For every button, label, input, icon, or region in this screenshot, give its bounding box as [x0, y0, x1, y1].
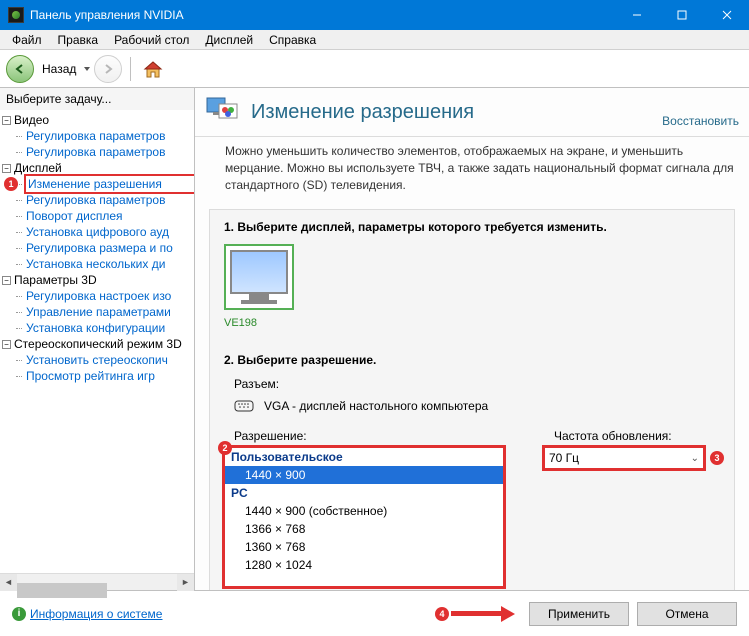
tree-item[interactable]: Установка конфигурации: [2, 320, 192, 336]
menu-file[interactable]: Файл: [4, 31, 50, 49]
tree-category[interactable]: −Дисплей: [2, 160, 192, 176]
task-sidebar: Выберите задачу... −ВидеоРегулировка пар…: [0, 88, 195, 590]
app-icon: [8, 7, 24, 23]
maximize-button[interactable]: [659, 0, 704, 30]
menu-help[interactable]: Справка: [261, 31, 324, 49]
display-name: VE198: [224, 317, 720, 329]
page-description: Можно уменьшить количество элементов, от…: [195, 137, 749, 203]
back-label: Назад: [42, 62, 76, 76]
tree-item[interactable]: Регулировка параметров: [2, 192, 192, 208]
menu-display[interactable]: Дисплей: [197, 31, 261, 49]
apply-button[interactable]: Применить: [529, 602, 629, 626]
vga-icon: [234, 400, 254, 412]
step2-title: 2. Выберите разрешение.: [224, 353, 720, 367]
tree-category[interactable]: −Видео: [2, 112, 192, 128]
display-thumbnail[interactable]: [224, 244, 294, 310]
close-button[interactable]: [704, 0, 749, 30]
tree-item[interactable]: Установить стереоскопич: [2, 352, 192, 368]
listbox-item[interactable]: 1366 × 768: [225, 520, 503, 538]
tree-item[interactable]: Установка цифрового ауд: [2, 224, 192, 240]
step1-title: 1. Выберите дисплей, параметры которого …: [224, 220, 720, 234]
refresh-label: Частота обновления:: [554, 429, 724, 443]
refresh-value: 70 Гц: [549, 451, 579, 465]
tree-item[interactable]: Регулировка параметров: [2, 128, 192, 144]
page-title: Изменение разрешения: [251, 101, 662, 124]
listbox-item[interactable]: 1360 × 768: [225, 538, 503, 556]
tree-item[interactable]: 1Изменение разрешения: [2, 176, 192, 192]
home-button[interactable]: [139, 55, 167, 83]
tree-item[interactable]: Регулировка настроек изо: [2, 288, 192, 304]
tree-item[interactable]: Управление параметрами: [2, 304, 192, 320]
back-history-dropdown[interactable]: [84, 67, 90, 71]
info-icon: i: [12, 607, 26, 621]
annotation-arrow: [451, 606, 515, 622]
window-title: Панель управления NVIDIA: [30, 8, 614, 22]
sidebar-title: Выберите задачу...: [0, 88, 194, 110]
page-icon: [205, 94, 241, 130]
sidebar-scrollbar[interactable]: ◄►: [0, 573, 194, 590]
tree-item[interactable]: Регулировка размера и по: [2, 240, 192, 256]
menu-bar: Файл Правка Рабочий стол Дисплей Справка: [0, 30, 749, 50]
listbox-item[interactable]: 1440 × 900: [225, 466, 503, 484]
back-button[interactable]: [6, 55, 34, 83]
resolution-listbox[interactable]: Пользовательское1440 × 900PC1440 × 900 (…: [224, 447, 504, 587]
nav-toolbar: Назад: [0, 50, 749, 88]
menu-edit[interactable]: Правка: [50, 31, 107, 49]
system-info-link[interactable]: i Информация о системе: [12, 607, 162, 621]
tree-category[interactable]: −Стереоскопический режим 3D: [2, 336, 192, 352]
tree-item[interactable]: Просмотр рейтинга игр: [2, 368, 192, 384]
tree-item[interactable]: Поворот дисплея: [2, 208, 192, 224]
menu-desktop[interactable]: Рабочий стол: [106, 31, 197, 49]
callout-3: 3: [710, 451, 724, 465]
chevron-down-icon: ⌄: [691, 453, 699, 464]
tree-item[interactable]: Регулировка параметров: [2, 144, 192, 160]
task-tree[interactable]: −ВидеоРегулировка параметровРегулировка …: [0, 110, 194, 573]
restore-link[interactable]: Восстановить: [662, 114, 739, 130]
resolution-label: Разрешение:: [234, 429, 504, 443]
tree-item[interactable]: Установка нескольких ди: [2, 256, 192, 272]
tree-category[interactable]: −Параметры 3D: [2, 272, 192, 288]
content-pane: Изменение разрешения Восстановить Можно …: [195, 88, 749, 590]
toolbar-separator: [130, 57, 131, 81]
minimize-button[interactable]: [614, 0, 659, 30]
forward-button[interactable]: [94, 55, 122, 83]
callout-4: 4: [435, 607, 449, 621]
cancel-button[interactable]: Отмена: [637, 602, 737, 626]
listbox-item[interactable]: 1280 × 1024: [225, 556, 503, 574]
connector-label: Разъем:: [234, 377, 720, 391]
refresh-dropdown[interactable]: 70 Гц ⌄: [544, 447, 704, 469]
listbox-group: Пользовательское: [225, 448, 503, 466]
window-titlebar: Панель управления NVIDIA: [0, 0, 749, 30]
footer: i Информация о системе 4 Применить Отмен…: [0, 590, 749, 636]
listbox-item[interactable]: 1440 × 900 (собственное): [225, 502, 503, 520]
connector-value: VGA - дисплей настольного компьютера: [264, 399, 488, 413]
listbox-group: PC: [225, 484, 503, 502]
